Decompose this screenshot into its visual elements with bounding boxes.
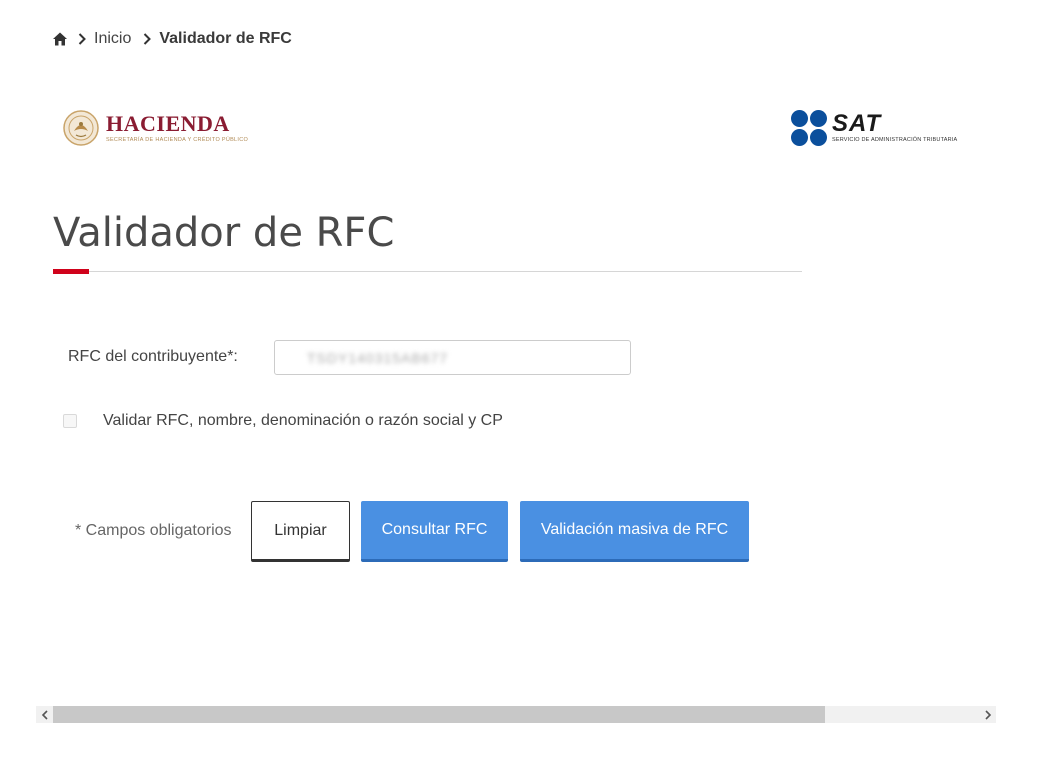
sat-logo-name: SAT	[832, 110, 882, 137]
hacienda-logo-subtitle: SECRETARÍA DE HACIENDA Y CRÉDITO PÚBLICO	[106, 137, 249, 143]
validate-option-row: Validar RFC, nombre, denominación o razó…	[63, 412, 503, 430]
mexico-seal-icon	[63, 110, 99, 146]
sat-dots-icon	[791, 110, 827, 146]
sat-logo-text: SAT SERVICIO DE ADMINISTRACIÓN TRIBUTARI…	[832, 110, 958, 144]
rfc-label: RFC del contribuyente*:	[68, 348, 238, 365]
chevron-right-icon	[144, 33, 152, 45]
required-fields-note: * Campos obligatorios	[75, 522, 232, 539]
breadcrumb-item-current: Validador de RFC	[159, 30, 292, 47]
validate-checkbox-label[interactable]: Validar RFC, nombre, denominación o razó…	[103, 412, 503, 430]
bulk-validation-button[interactable]: Validación masiva de RFC	[520, 501, 749, 562]
rfc-input[interactable]: TSDY140315AB677	[274, 340, 631, 375]
hacienda-logo-name: HACIENDA	[106, 111, 230, 136]
breadcrumb-item-inicio[interactable]: Inicio	[94, 30, 131, 48]
clear-button[interactable]: Limpiar	[251, 501, 350, 562]
scroll-right-button[interactable]	[979, 706, 996, 723]
scroll-left-button[interactable]	[36, 706, 53, 723]
chevron-right-icon	[984, 709, 991, 720]
consult-rfc-button[interactable]: Consultar RFC	[361, 501, 508, 562]
sat-logo: SAT SERVICIO DE ADMINISTRACIÓN TRIBUTARI…	[790, 109, 957, 147]
hacienda-logo-text: HACIENDA SECRETARÍA DE HACIENDA Y CRÉDIT…	[106, 111, 249, 144]
hacienda-logo: HACIENDA SECRETARÍA DE HACIENDA Y CRÉDIT…	[62, 109, 248, 147]
chevron-right-icon	[78, 33, 86, 45]
breadcrumb: Inicio Validador de RFC	[52, 29, 304, 49]
rfc-input-value: TSDY140315AB677	[307, 350, 449, 366]
home-icon[interactable]	[52, 31, 68, 47]
horizontal-scrollbar[interactable]	[36, 706, 996, 723]
title-accent-bar	[53, 269, 89, 274]
validate-checkbox[interactable]	[63, 414, 77, 428]
page-title: Validador de RFC	[53, 210, 395, 256]
sat-logo-subtitle: SERVICIO DE ADMINISTRACIÓN TRIBUTARIA	[832, 137, 958, 143]
chevron-left-icon	[41, 709, 48, 720]
scrollbar-thumb[interactable]	[53, 706, 825, 723]
title-divider	[53, 271, 802, 272]
